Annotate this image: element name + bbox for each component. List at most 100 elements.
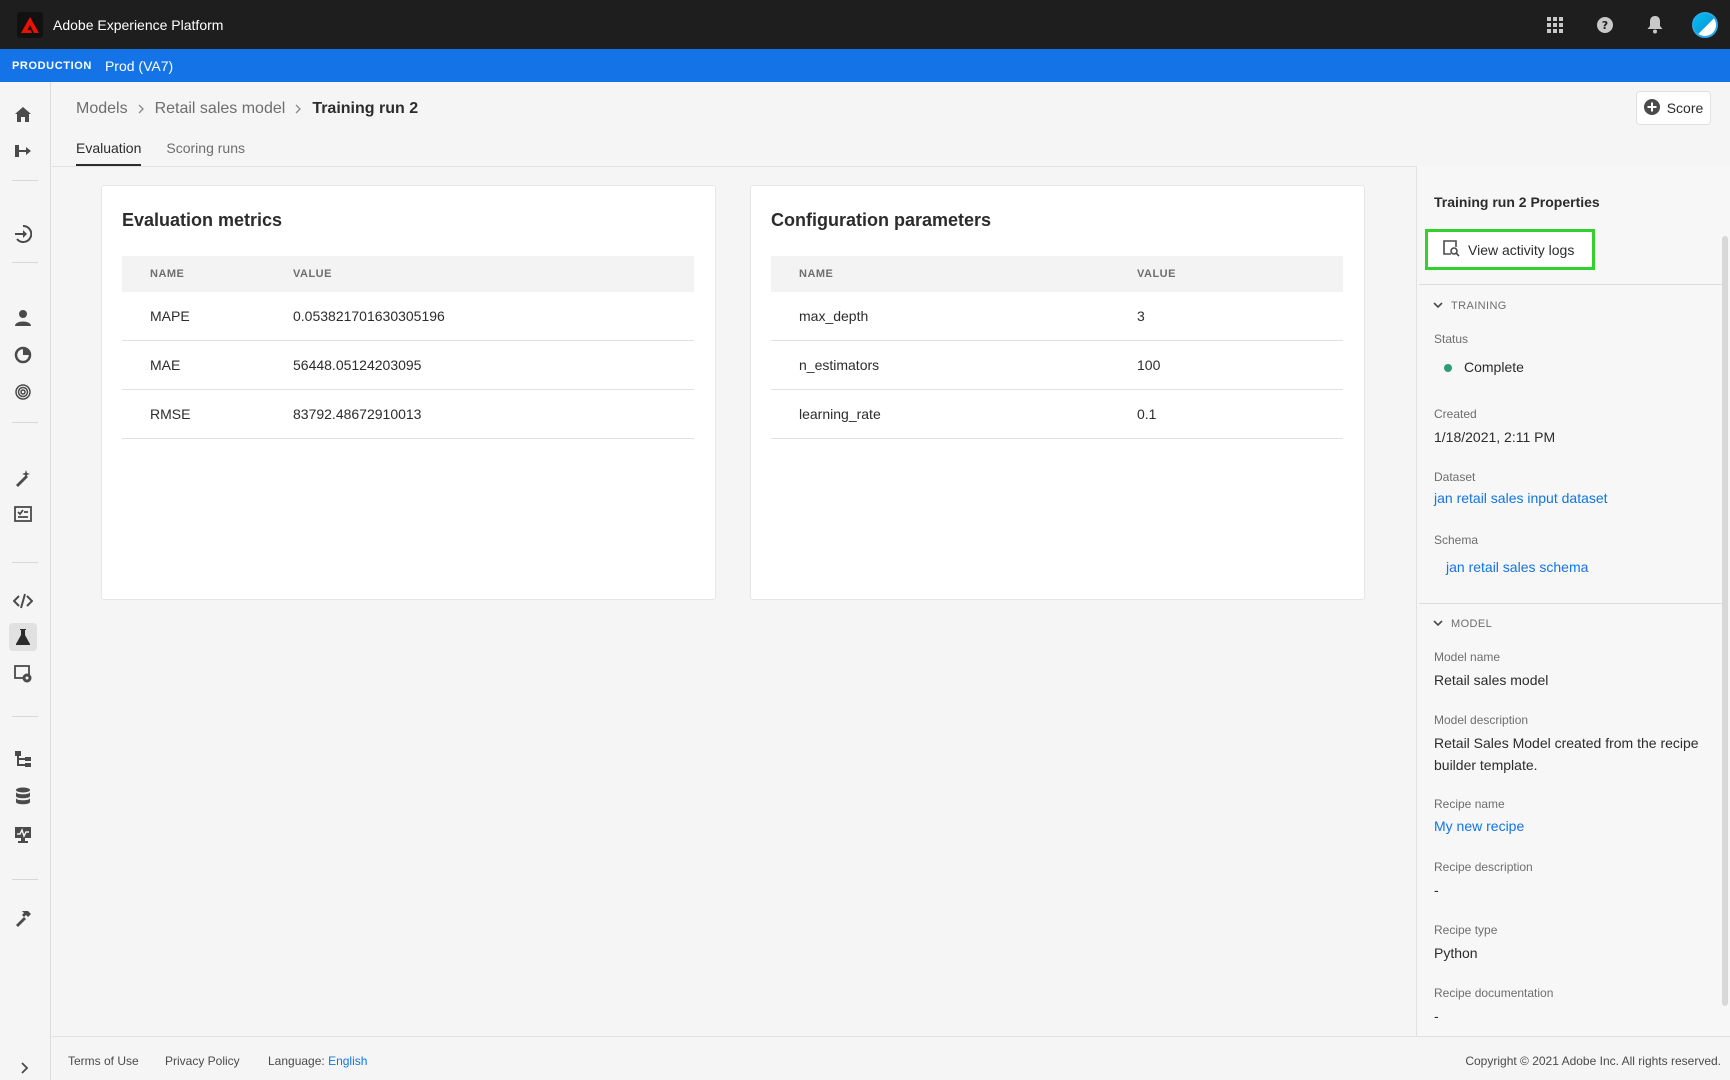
training-section-toggle[interactable]: TRAINING xyxy=(1433,300,1507,312)
metric-name: RMSE xyxy=(150,406,191,422)
model-section-label: MODEL xyxy=(1451,618,1493,630)
tab-divider xyxy=(52,166,1416,167)
language-link[interactable]: English xyxy=(328,1054,367,1068)
tab-evaluation[interactable]: Evaluation xyxy=(76,140,142,166)
column-header-value[interactable]: VALUE xyxy=(293,268,694,280)
table-row: learning_rate 0.1 xyxy=(771,390,1343,439)
recipe-type-label: Recipe type xyxy=(1434,923,1498,937)
schema-link[interactable]: jan retail sales schema xyxy=(1446,559,1588,575)
apps-grid-icon[interactable] xyxy=(1542,12,1568,38)
configuration-parameters-table: NAME VALUE max_depth 3 n_estimators 100 … xyxy=(771,256,1343,439)
table-row: MAE 56448.05124203095 xyxy=(122,341,694,390)
data-science-wand-icon[interactable] xyxy=(9,464,37,492)
column-header-name[interactable]: NAME xyxy=(771,268,1137,280)
parameter-value: 3 xyxy=(1137,308,1145,324)
table-row: MAPE 0.053821701630305196 xyxy=(122,292,694,341)
tab-scoring-runs[interactable]: Scoring runs xyxy=(166,140,245,166)
app-title[interactable]: Adobe Experience Platform xyxy=(53,17,223,33)
notebooks-icon[interactable] xyxy=(9,500,37,528)
table-header: NAME VALUE xyxy=(122,256,694,292)
recipe-documentation-value: - xyxy=(1434,1008,1439,1024)
recipe-name-label: Recipe name xyxy=(1434,797,1505,811)
profiles-icon[interactable] xyxy=(9,304,37,332)
table-row: n_estimators 100 xyxy=(771,341,1343,390)
configuration-parameters-card: Configuration parameters NAME VALUE max_… xyxy=(750,185,1365,600)
top-header: Adobe Experience Platform ? xyxy=(0,0,1730,49)
evaluation-metrics-title: Evaluation metrics xyxy=(122,210,283,230)
terms-of-use-link[interactable]: Terms of Use xyxy=(68,1054,139,1068)
tools-hammer-icon[interactable] xyxy=(9,904,37,932)
status-value: Complete xyxy=(1464,359,1524,375)
metric-name: MAE xyxy=(150,357,181,373)
breadcrumb: Models Retail sales model Training run 2 xyxy=(76,100,418,118)
breadcrumb-models[interactable]: Models xyxy=(76,100,128,118)
left-navigation xyxy=(0,82,51,1080)
workflows-icon[interactable] xyxy=(9,137,37,165)
view-activity-logs-label: View activity logs xyxy=(1468,241,1575,258)
training-section-label: TRAINING xyxy=(1451,300,1507,312)
configuration-parameters-title: Configuration parameters xyxy=(771,210,992,230)
help-icon[interactable]: ? xyxy=(1592,12,1618,38)
evaluation-metrics-table: NAME VALUE MAPE 0.053821701630305196 MAE… xyxy=(122,256,694,439)
adobe-logo-icon[interactable] xyxy=(17,11,43,38)
model-description-label: Model description xyxy=(1434,713,1529,727)
dataset-link[interactable]: jan retail sales input dataset xyxy=(1434,490,1608,506)
tab-bar: Evaluation Scoring runs xyxy=(76,140,245,166)
recipe-documentation-label: Recipe documentation xyxy=(1434,986,1554,1000)
schemas-icon[interactable] xyxy=(9,745,37,773)
properties-scrollbar[interactable] xyxy=(1722,236,1728,1006)
identities-fingerprint-icon[interactable] xyxy=(9,378,37,406)
model-name-label: Model name xyxy=(1434,650,1501,664)
column-header-value[interactable]: VALUE xyxy=(1137,268,1343,280)
status-complete-dot xyxy=(1444,364,1452,373)
parameter-name: max_depth xyxy=(799,308,869,324)
services-gear-icon[interactable] xyxy=(9,660,37,688)
metric-value: 83792.48672910013 xyxy=(293,406,422,422)
privacy-policy-link[interactable]: Privacy Policy xyxy=(165,1054,240,1068)
recipe-name-link[interactable]: My new recipe xyxy=(1434,818,1524,834)
model-section-toggle[interactable]: MODEL xyxy=(1433,618,1492,630)
dataset-label: Dataset xyxy=(1434,470,1476,484)
models-flask-icon[interactable] xyxy=(9,623,37,651)
environment-bar: PRODUCTION Prod (VA7) xyxy=(0,49,1730,82)
schema-label: Schema xyxy=(1434,533,1479,547)
monitoring-icon[interactable] xyxy=(9,820,37,848)
table-row: RMSE 83792.48672910013 xyxy=(122,390,694,439)
home-icon[interactable] xyxy=(9,101,37,129)
created-label: Created xyxy=(1434,407,1477,421)
status-badge: Complete xyxy=(1444,356,1714,378)
recipe-type-value: Python xyxy=(1434,945,1478,961)
column-header-name[interactable]: NAME xyxy=(122,268,293,280)
sources-icon[interactable] xyxy=(9,220,37,248)
metric-name: MAPE xyxy=(150,308,190,324)
chevron-right-icon xyxy=(295,104,302,114)
metric-value: 0.053821701630305196 xyxy=(293,308,445,324)
copyright-text: Copyright © 2021 Adobe Inc. All rights r… xyxy=(1465,1054,1721,1068)
model-description-value: Retail Sales Model created from the reci… xyxy=(1434,735,1699,773)
expand-nav-chevron-icon[interactable] xyxy=(15,1060,35,1076)
view-activity-logs-button[interactable]: View activity logs xyxy=(1425,229,1595,270)
parameter-name: learning_rate xyxy=(799,406,881,422)
breadcrumb-retail-sales-model[interactable]: Retail sales model xyxy=(155,100,286,118)
recipe-description-label: Recipe description xyxy=(1434,860,1533,874)
metric-value: 56448.05124203095 xyxy=(293,357,422,373)
notifications-bell-icon[interactable] xyxy=(1642,12,1668,38)
segments-icon[interactable] xyxy=(9,341,37,369)
score-button-label: Score xyxy=(1666,100,1704,116)
sandbox-switcher[interactable]: Prod (VA7) xyxy=(105,58,173,74)
code-icon[interactable] xyxy=(9,587,37,615)
recipe-description-value: - xyxy=(1434,882,1439,898)
score-button[interactable]: Score xyxy=(1636,91,1711,125)
chevron-down-icon xyxy=(1433,618,1443,630)
status-label: Status xyxy=(1434,332,1469,346)
language-label: Language: xyxy=(268,1054,325,1068)
model-name-value: Retail sales model xyxy=(1434,672,1549,688)
user-avatar[interactable] xyxy=(1692,11,1718,38)
table-row: max_depth 3 xyxy=(771,292,1343,341)
footer: Terms of Use Privacy Policy Language: En… xyxy=(52,1036,1730,1080)
datasets-database-icon[interactable] xyxy=(9,782,37,810)
page-title: Training run 2 xyxy=(312,100,419,117)
table-header: NAME VALUE xyxy=(771,256,1343,292)
view-logs-icon xyxy=(1442,239,1460,260)
parameter-value: 100 xyxy=(1137,357,1161,373)
